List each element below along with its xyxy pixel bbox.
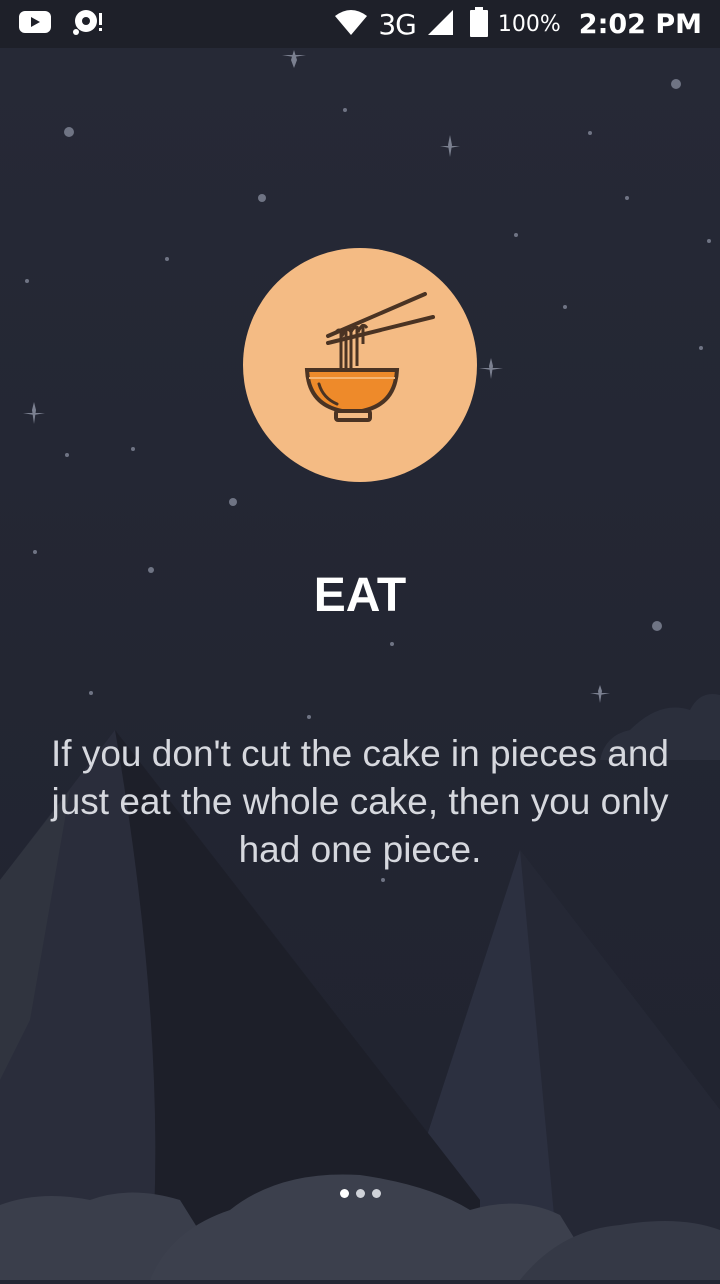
status-bar: 3G 100% 2:02 PM bbox=[0, 0, 720, 48]
onboarding-background bbox=[0, 48, 720, 1280]
music-sync-icon bbox=[72, 7, 104, 41]
status-right: 3G 100% 2:02 PM bbox=[334, 6, 702, 42]
youtube-icon bbox=[18, 9, 52, 39]
page-dot[interactable] bbox=[355, 1189, 365, 1198]
page-indicator bbox=[0, 1189, 720, 1203]
onboarding-description: If you don't cut the cake in pieces and … bbox=[51, 733, 669, 870]
night-sky-illustration bbox=[0, 48, 720, 1280]
page-dot[interactable] bbox=[339, 1189, 349, 1198]
onboarding-title: EAT bbox=[313, 569, 407, 622]
battery-level: 100% bbox=[497, 11, 561, 37]
noodle-bowl-icon bbox=[243, 248, 477, 482]
battery-icon bbox=[469, 7, 488, 41]
signal-icon bbox=[426, 8, 454, 40]
network-type: 3G bbox=[378, 7, 417, 41]
status-left bbox=[18, 8, 104, 40]
page-dot[interactable] bbox=[371, 1189, 381, 1198]
wifi-icon bbox=[334, 8, 368, 40]
clock: 2:02 PM bbox=[578, 8, 702, 40]
